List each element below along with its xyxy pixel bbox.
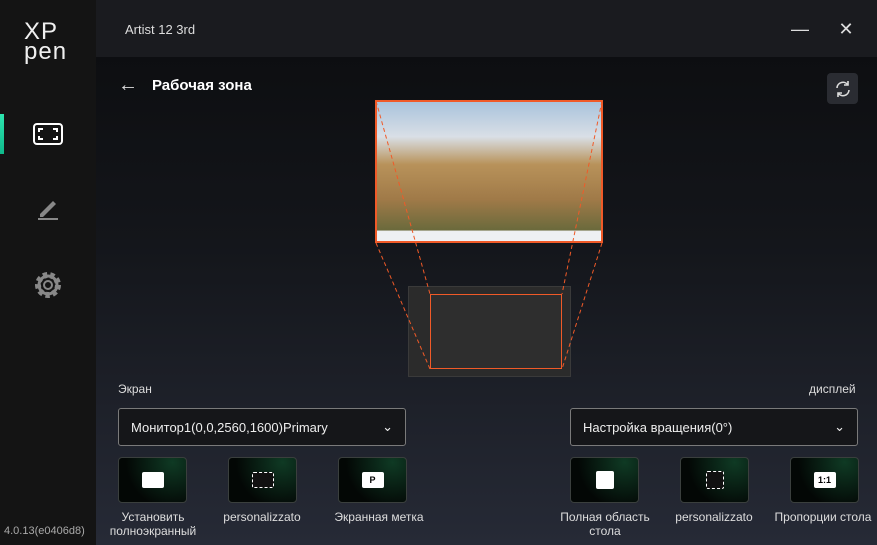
rotation-select[interactable]: Настройка вращения(0°) ⌄	[570, 408, 858, 446]
monitor-select[interactable]: Монитор1(0,0,2560,1600)Primary ⌄	[118, 408, 406, 446]
option-label: Установить полноэкранный	[109, 510, 197, 538]
fullscreen-icon	[141, 472, 164, 488]
full-tablet-icon	[595, 471, 614, 489]
screen-mark-option-button[interactable]: P	[338, 457, 407, 503]
option-label: personalizzato	[675, 510, 753, 524]
display-label: дисплей	[809, 382, 856, 396]
custom-screen-option-button[interactable]	[228, 457, 297, 503]
custom-area-icon	[705, 471, 724, 489]
custom-area-icon	[251, 472, 274, 488]
ratio-icon: 1:1	[813, 472, 836, 488]
chevron-down-icon: ⌄	[834, 419, 845, 434]
screen-mark-icon: P	[361, 472, 384, 488]
chevron-down-icon: ⌄	[382, 419, 393, 434]
option-label: personalizzato	[223, 510, 301, 524]
monitor-value: Монитор1(0,0,2560,1600)Primary	[131, 419, 328, 435]
screen-label: Экран	[118, 382, 152, 396]
option-label: Полная область стола	[560, 510, 650, 538]
rotation-value: Настройка вращения(0°)	[583, 419, 733, 435]
option-label: Экранная метка	[334, 510, 424, 524]
option-label: Пропорции стола	[774, 510, 872, 524]
full-tablet-option-button[interactable]	[570, 457, 639, 503]
tablet-proportion-option-button[interactable]: 1:1	[790, 457, 859, 503]
fullscreen-option-button[interactable]	[118, 457, 187, 503]
custom-tablet-option-button[interactable]	[680, 457, 749, 503]
